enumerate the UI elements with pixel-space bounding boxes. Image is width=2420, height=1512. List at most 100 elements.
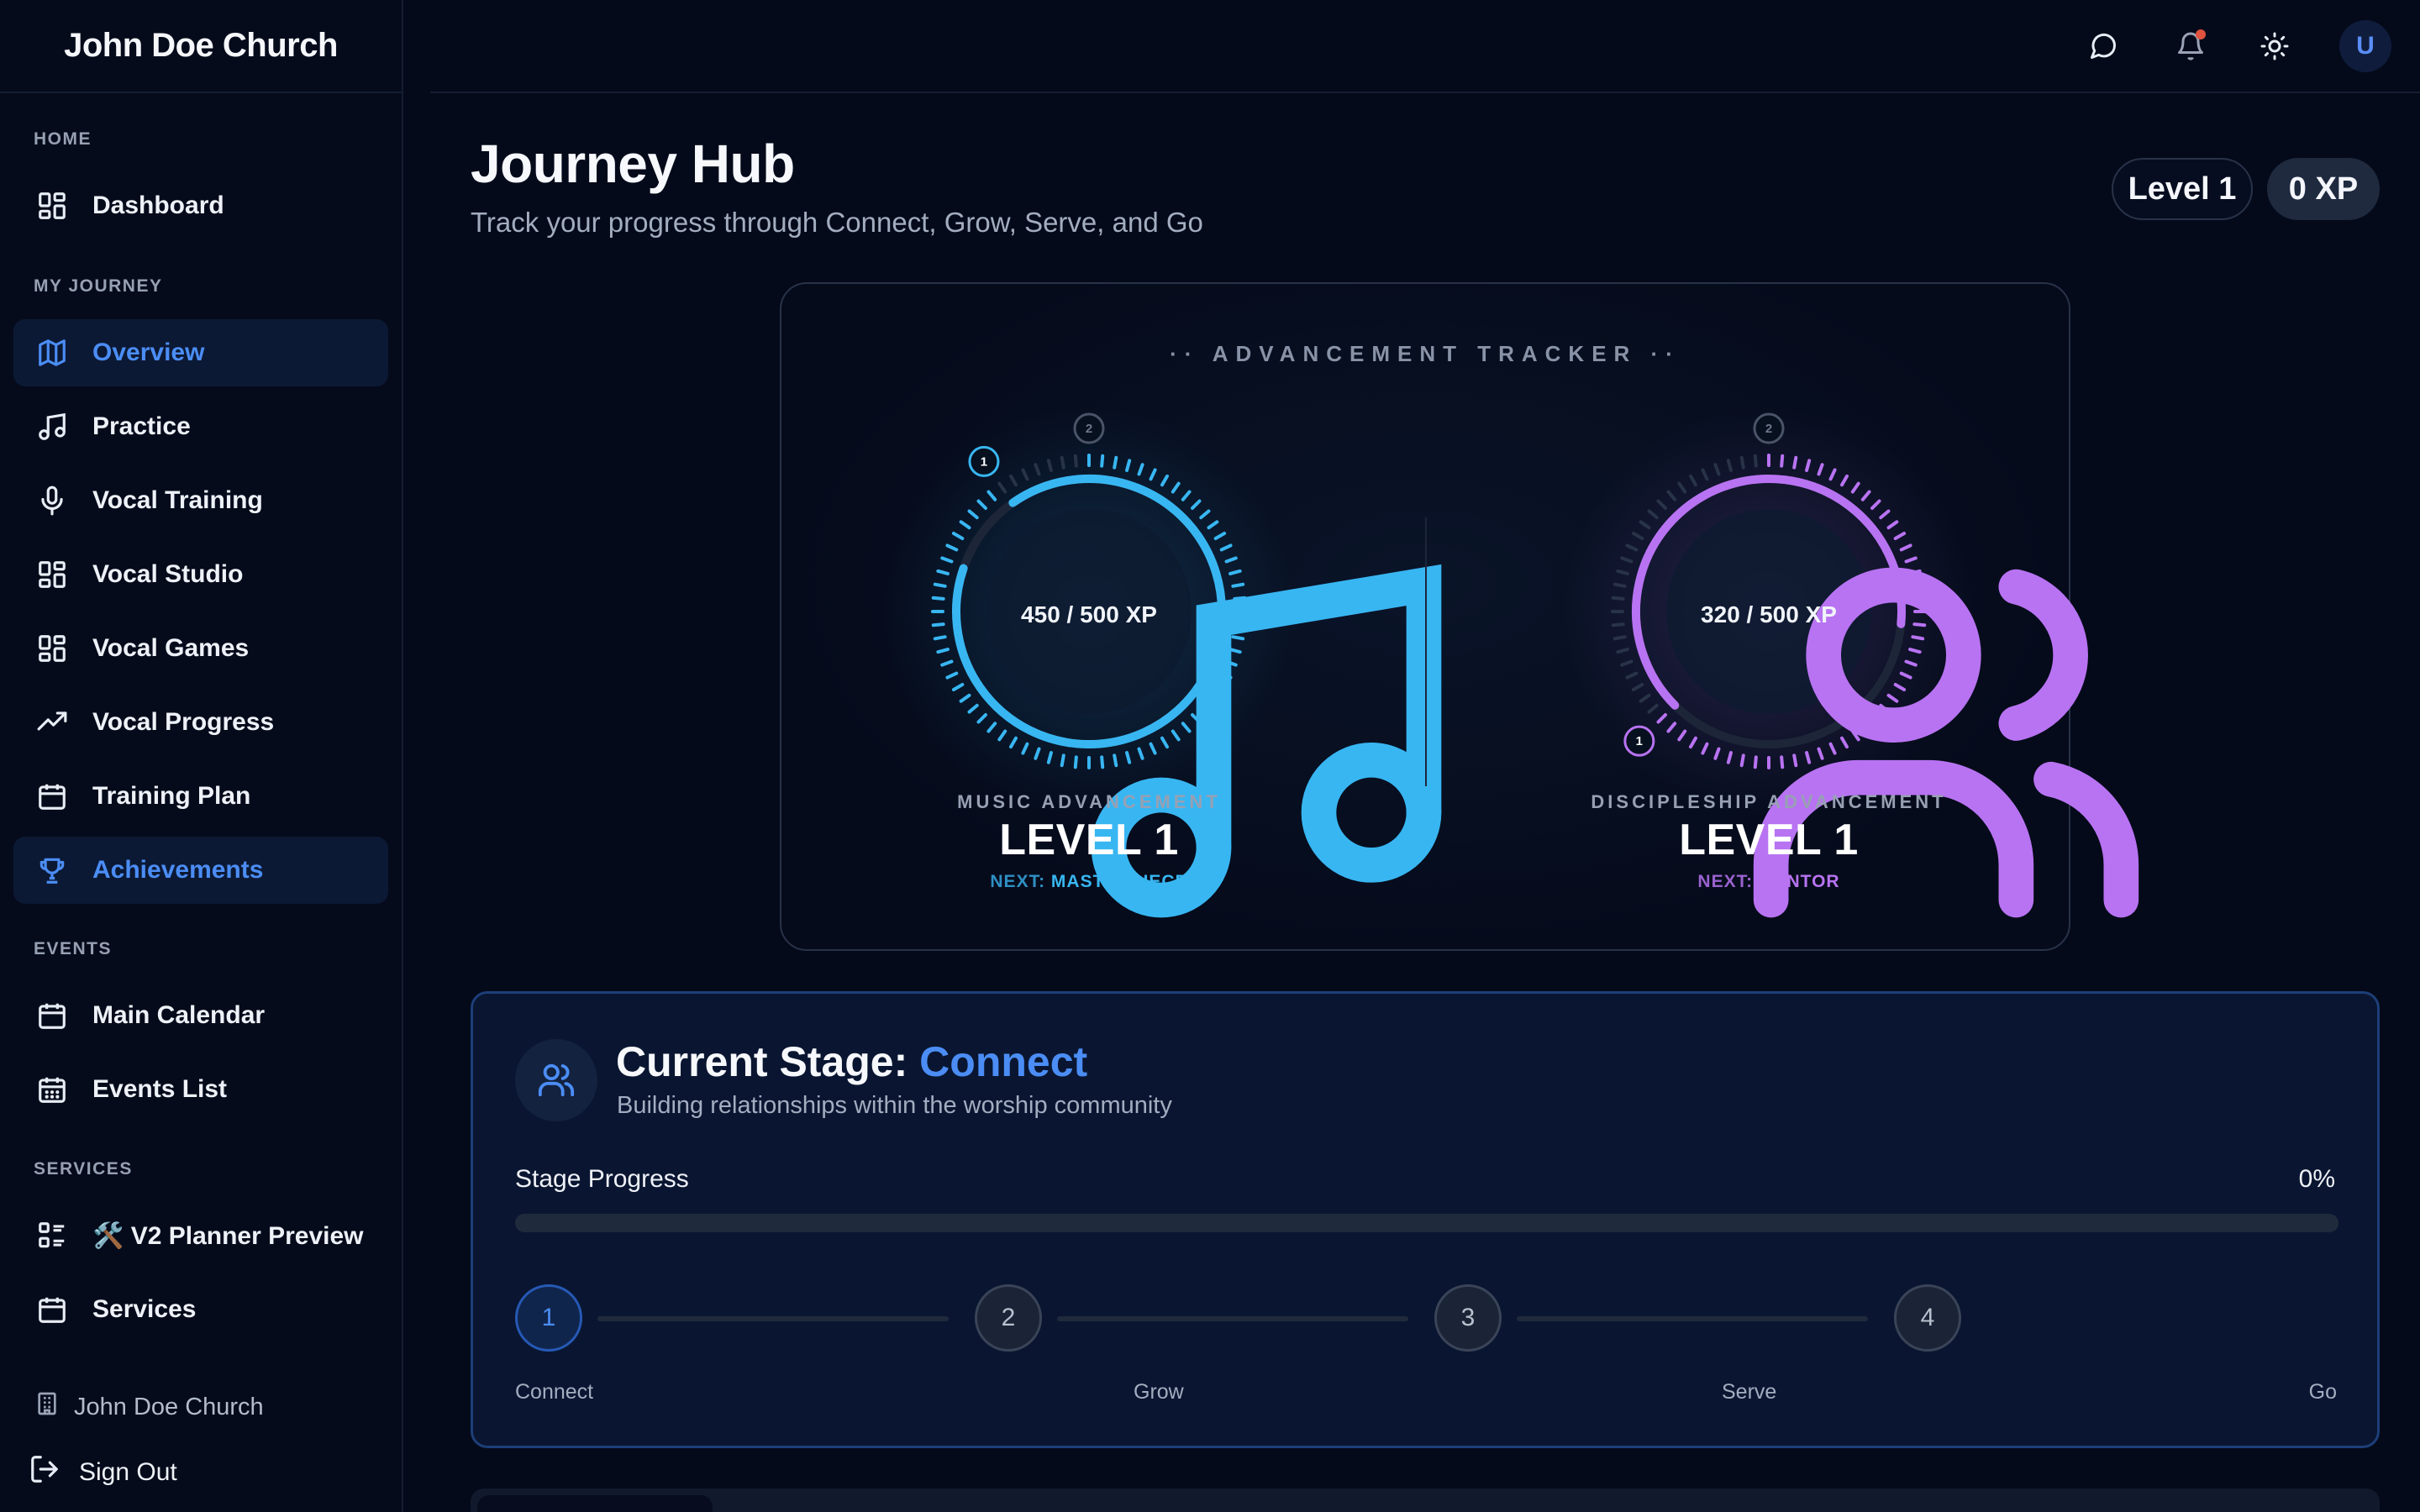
sun-icon[interactable] bbox=[2258, 29, 2291, 63]
users-icon bbox=[515, 1039, 597, 1121]
step-connector bbox=[597, 1316, 949, 1321]
step-go[interactable]: 4 bbox=[1894, 1284, 1961, 1352]
sidebar-item-events-list[interactable]: Events List bbox=[13, 1056, 388, 1123]
stage-progress-value: 0% bbox=[2298, 1165, 2335, 1193]
top-bar bbox=[430, 0, 2420, 93]
dial-tick bbox=[1611, 596, 1625, 601]
discipleship-advancement-dial: 1 2 320 / 500 XP bbox=[1559, 402, 2139, 918]
step-connector bbox=[1057, 1316, 1408, 1321]
map-icon bbox=[35, 336, 69, 370]
music-next-prefix: NEXT: bbox=[990, 872, 1046, 891]
grid-icon bbox=[35, 558, 69, 591]
sidebar-item-achievements[interactable]: Achievements bbox=[13, 837, 388, 904]
tracker-title: ·· ADVANCEMENT TRACKER ·· bbox=[1170, 341, 1681, 366]
step-connector bbox=[1517, 1316, 1868, 1321]
sidebar-item-label: Events List bbox=[92, 1075, 228, 1103]
discipleship-advancement-label: DISCIPLESHIP ADVANCEMENT bbox=[1591, 791, 1947, 812]
section-label-events: EVENTS bbox=[34, 939, 113, 958]
sidebar-item-services[interactable]: Services bbox=[13, 1276, 388, 1343]
calendar-icon bbox=[35, 1293, 69, 1326]
music-next-level: NEXT: MASTERPIECE bbox=[879, 872, 1299, 892]
notification-dot bbox=[2196, 29, 2206, 39]
step-label-go: Go bbox=[2308, 1380, 2337, 1404]
dial-tick bbox=[1792, 455, 1798, 470]
list-icon bbox=[35, 1219, 69, 1252]
dial-tick bbox=[1780, 454, 1785, 468]
step-serve[interactable]: 3 bbox=[1434, 1284, 1502, 1352]
sidebar-item-label: Services bbox=[92, 1295, 197, 1323]
building-icon bbox=[34, 1390, 74, 1424]
dial-start-marker: 1 bbox=[968, 445, 1000, 477]
sidebar-item-overview[interactable]: Overview bbox=[13, 319, 388, 386]
dial-tick bbox=[1612, 582, 1627, 588]
section-label-home: HOME bbox=[34, 129, 92, 149]
discipleship-xp-readout: 320 / 500 XP bbox=[1701, 601, 1837, 627]
xp-badge: 0 XP bbox=[2267, 158, 2380, 220]
calendar-icon bbox=[35, 999, 69, 1032]
dial-tick bbox=[1612, 635, 1627, 641]
sidebar-item-training-plan[interactable]: Training Plan bbox=[13, 763, 388, 830]
dial-tick bbox=[1753, 454, 1758, 468]
next-section-tab[interactable] bbox=[477, 1495, 713, 1512]
step-label-connect: Connect bbox=[515, 1380, 594, 1404]
sidebar-item-dashboard[interactable]: Dashboard bbox=[13, 172, 388, 239]
sidebar-item-practice[interactable]: Practice bbox=[13, 393, 388, 460]
sidebar-item-vocal-studio[interactable]: Vocal Studio bbox=[13, 541, 388, 608]
music-note-icon bbox=[35, 410, 69, 444]
dial-end-marker: 2 bbox=[1073, 412, 1105, 444]
user-avatar[interactable]: U bbox=[2339, 20, 2391, 72]
calendar-icon bbox=[35, 780, 69, 813]
sidebar-item-label: Practice bbox=[92, 412, 191, 440]
sidebar-item-label: Vocal Training bbox=[92, 486, 263, 514]
sidebar-item-vocal-progress[interactable]: Vocal Progress bbox=[13, 689, 388, 756]
level-badge: Level 1 bbox=[2112, 158, 2253, 220]
sign-out-icon bbox=[29, 1453, 79, 1492]
dial-start-marker: 1 bbox=[1623, 725, 1655, 757]
brand-title[interactable]: John Doe Church bbox=[0, 0, 402, 93]
dial-tick bbox=[1113, 455, 1118, 470]
dial-tick bbox=[1739, 455, 1745, 470]
current-stage-card: Current Stage: Connect Building relation… bbox=[471, 991, 2380, 1448]
sidebar: John Doe Church HOME Dashboard MY JOURNE… bbox=[0, 0, 403, 1512]
end-marker-label: 2 bbox=[1765, 422, 1772, 436]
start-marker-label: 1 bbox=[981, 454, 987, 469]
music-next-value: MASTERPIECE bbox=[1050, 872, 1188, 891]
footer-org-name: John Doe Church bbox=[74, 1393, 264, 1420]
discipleship-next-level: NEXT: MENTOR bbox=[1559, 872, 1979, 892]
sidebar-item-label: Vocal Games bbox=[92, 634, 250, 662]
section-label-services: SERVICES bbox=[34, 1159, 133, 1179]
dial-tick bbox=[933, 635, 947, 641]
music-xp-readout: 450 / 500 XP bbox=[1021, 601, 1157, 627]
sign-out-label: Sign Out bbox=[79, 1458, 177, 1486]
stage-name: Connect bbox=[919, 1038, 1088, 1085]
step-grow[interactable]: 2 bbox=[975, 1284, 1042, 1352]
footer-organization: John Doe Church bbox=[34, 1390, 264, 1424]
sign-out-button[interactable]: Sign Out bbox=[29, 1453, 177, 1492]
dial-end-marker: 2 bbox=[1753, 412, 1785, 444]
page-title: Journey Hub bbox=[471, 134, 795, 194]
page-subtitle: Track your progress through Connect, Gro… bbox=[471, 207, 1203, 238]
sidebar-item-main-calendar[interactable]: Main Calendar bbox=[13, 982, 388, 1049]
end-marker-label: 2 bbox=[1086, 422, 1092, 436]
discipleship-next-prefix: NEXT: bbox=[1697, 872, 1754, 891]
sidebar-item-label: Main Calendar bbox=[92, 1001, 266, 1029]
next-section-edge bbox=[471, 1488, 2380, 1512]
stage-subtitle: Building relationships within the worshi… bbox=[617, 1092, 1172, 1119]
chat-icon[interactable] bbox=[2086, 29, 2120, 63]
discipleship-level: LEVEL 1 bbox=[1679, 816, 1859, 864]
music-level: LEVEL 1 bbox=[999, 816, 1179, 864]
sidebar-item-v2-planner-preview[interactable]: 🛠️ V2 Planner Preview bbox=[13, 1202, 388, 1269]
sidebar-item-label: Training Plan bbox=[92, 782, 251, 810]
step-label-grow: Grow bbox=[1134, 1380, 1184, 1404]
sidebar-item-label: Overview bbox=[92, 339, 205, 366]
advancement-tracker: ·· ADVANCEMENT TRACKER ·· 1 2 450 / 500 X… bbox=[780, 282, 2139, 951]
sidebar-item-vocal-training[interactable]: Vocal Training bbox=[13, 467, 388, 534]
bell-icon[interactable] bbox=[2174, 29, 2207, 63]
stage-progress-bar bbox=[515, 1214, 2338, 1232]
step-connect[interactable]: 1 bbox=[515, 1284, 582, 1352]
dial-tick bbox=[933, 582, 947, 588]
sidebar-item-label: Vocal Progress bbox=[92, 708, 275, 736]
sidebar-item-vocal-games[interactable]: Vocal Games bbox=[13, 615, 388, 682]
stage-progress-label: Stage Progress bbox=[515, 1165, 689, 1193]
music-advancement-label: MUSIC ADVANCEMENT bbox=[957, 791, 1221, 812]
